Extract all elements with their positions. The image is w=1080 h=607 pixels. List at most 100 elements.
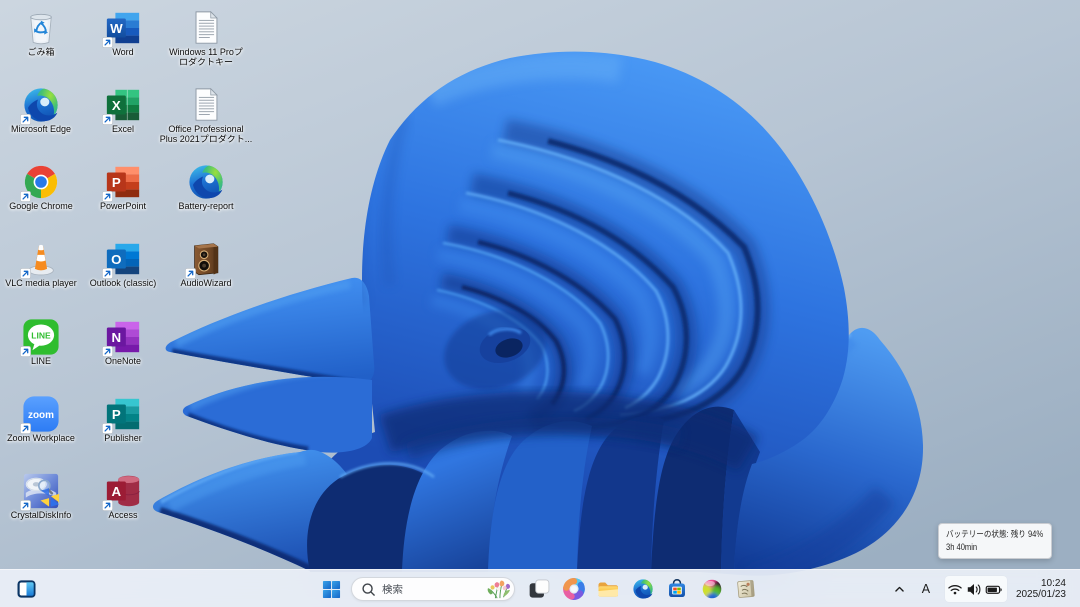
shortcut-arrow-icon	[102, 500, 113, 511]
tooltip-battery-line: バッテリーの状態: 残り 94%	[946, 529, 1044, 539]
desktop-icon-word[interactable]: Word	[81, 9, 165, 58]
desktop-icon-powerpoint[interactable]: PowerPoint	[81, 163, 165, 212]
desktop-icon-audiowizard[interactable]: AudioWizard	[164, 240, 248, 289]
copilot-icon	[563, 578, 585, 600]
txtdoc-icon	[186, 9, 226, 47]
desktop-icon-label: LINE	[31, 356, 51, 367]
desktop-icon-line[interactable]: LINE	[0, 318, 83, 367]
desktop-icon-crystaldiskinfo[interactable]: CrystalDiskInfo	[0, 472, 83, 521]
desktop-icon-label-line: ロダクトキー	[178, 57, 233, 67]
hagaki-app-button[interactable]	[729, 572, 764, 606]
microsoft-store-icon	[666, 578, 688, 600]
file-explorer-button[interactable]	[591, 572, 626, 606]
desktop-icon-recycle-bin[interactable]: ごみ箱	[0, 9, 83, 58]
hagaki-app-icon	[735, 578, 757, 600]
magnifier-icon	[361, 582, 376, 597]
publisher-icon	[103, 395, 143, 433]
desktop-icon-label: Word	[112, 47, 133, 58]
wifi-icon	[947, 582, 963, 597]
desktop-icon-label: Access	[108, 510, 137, 521]
tooltip-time-remaining-line: 3h 40min	[946, 542, 978, 552]
desktop-icon-windows11-pro-product-key[interactable]: Windows 11 Proプ ロダクトキー	[164, 9, 248, 68]
desktop-icon-label-line: Battery-report	[178, 201, 234, 212]
onenote-icon	[103, 318, 143, 356]
edge-taskbar-icon	[632, 578, 654, 600]
desktop-icon-label: CrystalDiskInfo	[11, 510, 72, 521]
desktop-icon-access[interactable]: Access	[81, 472, 165, 521]
edge-icon	[186, 163, 226, 201]
desktop-icon-label-line: Publisher	[104, 433, 142, 443]
outlook-icon	[103, 240, 143, 278]
copilot-button[interactable]	[557, 572, 592, 606]
desktop-icon-outlook-classic[interactable]: Outlook (classic)	[81, 240, 165, 289]
desktop-icon-battery-report[interactable]: Battery-report	[164, 163, 248, 212]
desktop-icon-label-line: Word	[112, 46, 134, 57]
edge-taskbar-button[interactable]	[626, 572, 661, 606]
shortcut-arrow-icon	[102, 191, 113, 202]
system-tray: A 10:24 2025/01/23	[887, 570, 1080, 607]
desktop-icon-label-line: ごみ箱	[27, 46, 55, 57]
excel-icon	[103, 86, 143, 124]
shortcut-arrow-icon	[102, 423, 113, 434]
desktop-icon-label-line: Microsoft Edge	[10, 123, 72, 134]
shortcut-arrow-icon	[20, 114, 31, 125]
desktop-icon-publisher[interactable]: Publisher	[81, 395, 165, 444]
desktop-icon-label: Google Chrome	[9, 201, 73, 212]
taskbar-center-cluster: 検索	[314, 572, 764, 606]
recycle-icon	[21, 9, 61, 47]
chevron-up-icon	[892, 582, 907, 597]
desktop-icon-google-chrome[interactable]: Google Chrome	[0, 163, 83, 212]
quick-settings-button[interactable]	[944, 576, 1007, 602]
desktop-icon-label: Office Professional Plus 2021プロダクト...	[160, 124, 253, 145]
txtdoc-icon	[186, 86, 226, 124]
desktop-icon-label: Microsoft Edge	[11, 124, 71, 135]
desktop-icon-office-product-key[interactable]: Office Professional Plus 2021プロダクト...	[160, 86, 252, 145]
desktop-icon-label-line: OneNote	[104, 355, 142, 366]
edge-icon	[187, 163, 225, 201]
clock-button[interactable]: 10:24 2025/01/23	[1016, 578, 1066, 601]
microsoft-store-button[interactable]	[660, 572, 695, 606]
desktop-icon-label: VLC media player	[5, 278, 77, 289]
desktop-icon-label-line: Office Professional	[168, 123, 244, 134]
desktop-icon-label: Outlook (classic)	[90, 278, 157, 289]
desktop-icon-label: ごみ箱	[27, 47, 54, 58]
desktop-icon-label: AudioWizard	[180, 278, 231, 289]
desktop-icon-label-line: Excel	[111, 123, 134, 134]
desktop-icon-excel[interactable]: Excel	[81, 86, 165, 135]
start-button[interactable]	[314, 572, 348, 606]
task-view-button[interactable]	[522, 572, 557, 606]
clock-time: 10:24	[1040, 577, 1066, 589]
battery-icon	[985, 582, 1004, 597]
desktop-icon-label-line: VLC media player	[5, 278, 77, 289]
desktop-icon-label-line: Windows 11 Proプ	[169, 46, 243, 57]
shortcut-arrow-icon	[185, 268, 196, 279]
access-icon	[103, 472, 143, 510]
audiowizard-icon	[186, 240, 226, 278]
desktop-icon-label-line: Google Chrome	[9, 201, 73, 212]
ime-mode-button[interactable]: A	[913, 574, 939, 604]
recycle-icon	[22, 9, 60, 47]
color-sphere-app-button[interactable]	[695, 572, 730, 606]
file-explorer-icon	[597, 578, 619, 600]
search-highlight-image[interactable]	[484, 577, 514, 601]
desktop-icon-onenote[interactable]: OneNote	[81, 318, 165, 367]
desktop-icon-zoom-workplace[interactable]: Zoom Workplace	[0, 395, 83, 444]
tray-overflow-button[interactable]	[887, 574, 913, 604]
color-sphere-app-icon	[701, 578, 723, 600]
widgets-icon	[17, 580, 36, 598]
desktop-icon-label: Excel	[112, 124, 134, 135]
taskbar: 検索 A 10:24 2025/01/23	[0, 569, 1080, 607]
txtdoc-icon	[187, 9, 225, 47]
widgets-button[interactable]	[11, 572, 41, 606]
windows-logo-icon	[322, 580, 341, 599]
taskbar-pinned-apps	[522, 572, 764, 606]
desktop-icon-vlc-media-player[interactable]: VLC media player	[0, 240, 83, 289]
shortcut-arrow-icon	[20, 500, 31, 511]
desktop-icon-label-line: PowerPoint	[99, 201, 147, 212]
desktop-icon-label-line: Zoom Workplace	[7, 433, 75, 443]
search-placeholder: 検索	[382, 583, 403, 596]
txtdoc-icon	[187, 86, 225, 124]
desktop-icon-microsoft-edge[interactable]: Microsoft Edge	[0, 86, 83, 135]
search-box[interactable]: 検索	[351, 577, 515, 601]
desktop-icon-label-line: LINE	[30, 355, 51, 366]
